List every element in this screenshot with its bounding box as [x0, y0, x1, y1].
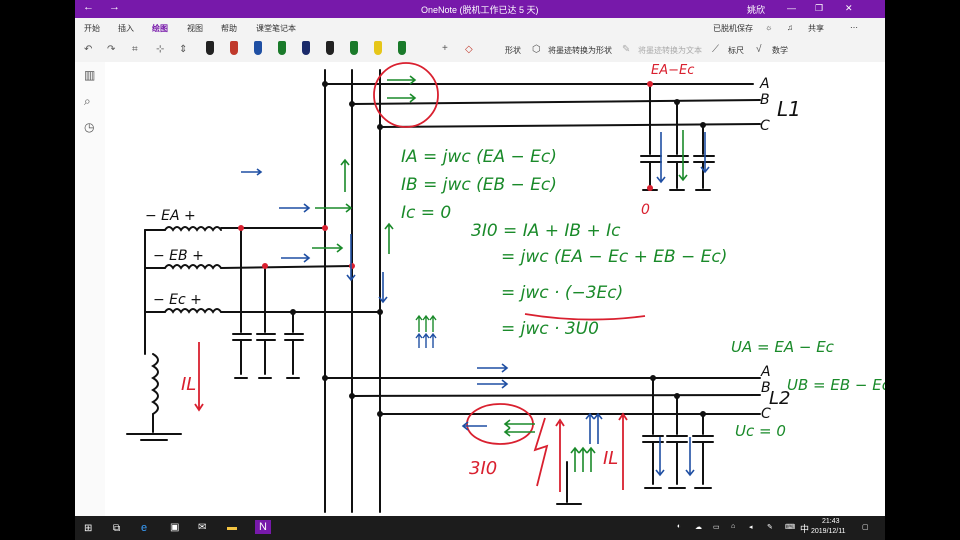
more-icon[interactable]: ⋯ [850, 23, 858, 32]
pen-swatch-7[interactable] [350, 41, 358, 55]
math-button[interactable]: 数学 [772, 45, 788, 56]
mail-icon[interactable]: ✉ [198, 522, 206, 533]
window-title: OneNote (脱机工作已达 5 天) [421, 5, 539, 15]
equation-ib: IB = jwc (EB − Ec) [401, 175, 557, 195]
recent-clock-icon[interactable]: ◷ [84, 120, 94, 134]
label-l1: L1 [777, 97, 801, 121]
label-il-left: IL [181, 374, 196, 395]
battery-tray-icon[interactable]: ▭ [713, 523, 720, 531]
notebooks-icon[interactable]: ▥ [84, 68, 95, 82]
share-button[interactable]: 共享 [808, 23, 824, 34]
equation-uc: Uc = 0 [735, 422, 786, 440]
label-a2: A [760, 364, 771, 380]
saved-status: 已脱机保存 [713, 24, 753, 33]
pen-swatch-5[interactable] [302, 41, 310, 55]
tab-view[interactable]: 视图 [187, 23, 203, 34]
pen-swatch-2[interactable] [230, 41, 238, 55]
tab-draw[interactable]: 绘图 [152, 23, 168, 34]
label-ec: − Ec + [153, 292, 202, 308]
title-bar: ← → OneNote (脱机工作已达 5 天) 姚欣 — ❐ ✕ [75, 0, 885, 18]
tab-home[interactable]: 开始 [84, 23, 100, 34]
add-space-icon[interactable]: ⇕ [179, 44, 187, 55]
volume-tray-icon[interactable]: ◂ [749, 523, 753, 531]
user-name[interactable]: 姚欣 [747, 3, 765, 16]
onenote-window: ← → OneNote (脱机工作已达 5 天) 姚欣 — ❐ ✕ 开始 插入 … [75, 0, 885, 540]
clock-time[interactable]: 21:43 [822, 518, 840, 525]
undo-icon[interactable]: ↶ [84, 44, 92, 55]
equation-ic: Ic = 0 [401, 203, 451, 223]
label-il-right: IL [603, 448, 618, 469]
close-icon[interactable]: ✕ [845, 3, 853, 14]
draw-toolbar: ↶ ↷ ⌗ ⊹ ⇕ + ◇ 形状 ⬡ 将墨迹转换为形状 ✎ 将墨迹转换为文本 ⟋… [75, 38, 885, 63]
tab-help[interactable]: 帮助 [221, 23, 237, 34]
pen-tray-icon[interactable]: ✎ [767, 523, 773, 531]
lasso-icon[interactable]: ⊹ [156, 44, 164, 55]
keyboard-tray-icon[interactable]: ⌨ [785, 523, 795, 531]
ink-to-shape-button[interactable]: 将墨迹转换为形状 [548, 45, 612, 56]
lightbulb-icon[interactable]: ☼ [765, 23, 772, 32]
ribbon-tabs: 开始 插入 绘图 视图 帮助 课堂笔记本 已脱机保存 ☼ ♫ 共享 ⋯ [75, 18, 885, 55]
label-ea-ec-top: EA−Ec [651, 63, 694, 78]
clock-date[interactable]: 2019/12/11 [811, 528, 846, 535]
pen-swatch-6[interactable] [326, 41, 334, 55]
tab-class-notebook[interactable]: 课堂笔记本 [256, 23, 296, 34]
windows-start-icon[interactable]: ⊞ [84, 523, 92, 534]
edge-browser-icon[interactable]: e [141, 522, 147, 534]
equation-ub: UB = EB − Ec [787, 376, 885, 394]
navigation-pane: ▥ ⌕ ◷ [75, 62, 106, 516]
ink-to-text-button: 将墨迹转换为文本 [638, 46, 702, 55]
minimize-icon[interactable]: — [787, 3, 796, 13]
pen-swatch-1[interactable] [206, 41, 214, 55]
ruler-icon[interactable]: ⟋ [712, 44, 719, 55]
wechat-tray-icon[interactable]: ◐ [677, 523, 681, 530]
shapes-icon[interactable]: ◇ [465, 44, 473, 55]
redo-icon[interactable]: ↷ [107, 44, 115, 55]
pen-swatch-4[interactable] [278, 41, 286, 55]
label-c1: C [760, 118, 770, 134]
math-icon[interactable]: √ [756, 44, 762, 55]
ruler-button[interactable]: 标尺 [728, 45, 744, 56]
maximize-icon[interactable]: ❐ [815, 3, 823, 14]
onenote-taskbar-icon[interactable]: N [255, 520, 271, 534]
equation-ia: IA = jwc (EA − Ec) [401, 147, 557, 167]
bell-icon[interactable]: ♫ [787, 23, 793, 32]
cloud-tray-icon[interactable]: ☁ [695, 523, 702, 531]
label-ea: − EA + [145, 208, 196, 224]
shapes-button[interactable]: 形状 [505, 45, 521, 56]
add-pen-icon[interactable]: + [442, 43, 448, 54]
label-eb: − EB + [153, 248, 204, 264]
forward-icon[interactable]: → [109, 1, 120, 13]
equation-3i0: 3I0 = IA + IB + Ic [471, 221, 621, 241]
notifications-icon[interactable]: ▢ [862, 523, 869, 531]
note-canvas[interactable]: − EA + − EB + − Ec + IL IL EA−Ec 0 A B C… [105, 62, 885, 516]
ink-to-shape-icon[interactable]: ⬡ [532, 44, 541, 55]
label-a1: A [759, 76, 770, 92]
ink-to-text-icon: ✎ [622, 44, 631, 55]
label-zero: 0 [641, 202, 650, 218]
file-explorer-icon[interactable]: ▬ [227, 522, 237, 533]
pen-swatch-9[interactable] [398, 41, 406, 55]
label-b1: B [760, 92, 770, 108]
back-icon[interactable]: ← [83, 1, 94, 13]
equation-step1: = jwc (EA − Ec + EB − Ec) [501, 247, 727, 267]
equation-step3: = jwc · 3U0 [501, 319, 599, 339]
pen-swatch-3[interactable] [254, 41, 262, 55]
lasso-select-icon[interactable]: ⌗ [132, 44, 138, 55]
tab-insert[interactable]: 插入 [118, 23, 134, 34]
task-view-icon[interactable]: ⧉ [113, 523, 120, 534]
ime-indicator[interactable]: 中 [800, 522, 809, 535]
network-tray-icon[interactable]: ⌂ [731, 523, 735, 530]
pen-swatch-8[interactable] [374, 41, 382, 55]
windows-taskbar: ⊞ ⧉ e ▣ ✉ ▬ N ◐ ☁ ▭ ⌂ ◂ ✎ ⌨ 中 21:43 2019… [75, 516, 885, 540]
equation-step2: = jwc · (−3Ec) [501, 283, 623, 303]
equation-ua: UA = EA − Ec [731, 338, 835, 356]
search-icon[interactable]: ⌕ [84, 94, 91, 109]
store-icon[interactable]: ▣ [170, 522, 179, 533]
ink-drawing: − EA + − EB + − Ec + IL IL EA−Ec 0 A B C… [126, 62, 885, 513]
label-3i0: 3I0 [469, 458, 497, 479]
